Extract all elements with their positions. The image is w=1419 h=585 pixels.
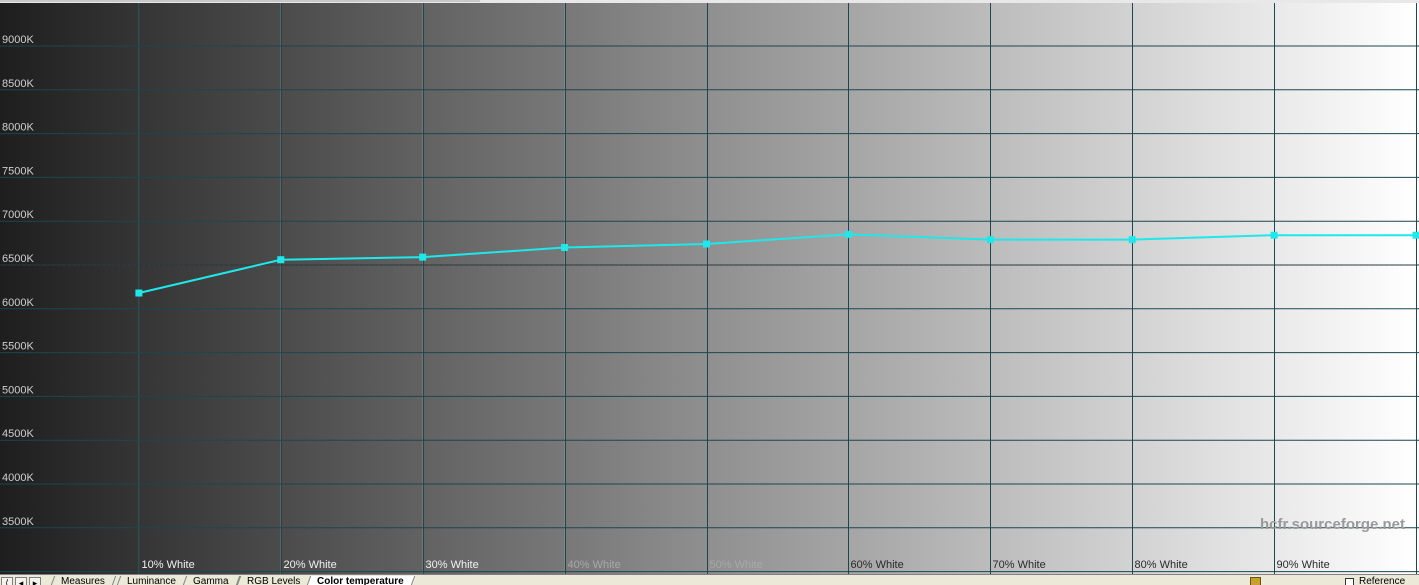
- x-tick-label: 10% White: [142, 559, 195, 571]
- color-temperature-chart: 3500K 4000K 4500K 5000K 5500K 6000K 6500K 7000K…: [0, 0, 1419, 574]
- y-tick-label: 6000K: [2, 297, 34, 309]
- chart-top-border-segment: [0, 0, 480, 2]
- x-tick-label: 50% White: [710, 559, 763, 571]
- y-tick-label: 5500K: [2, 341, 34, 353]
- background-band: [990, 3, 1132, 574]
- background-band: [1132, 3, 1274, 574]
- background-band: [423, 3, 565, 574]
- x-tick-label: 20% White: [284, 559, 337, 571]
- data-point: [1271, 232, 1278, 239]
- y-tick-label: 4500K: [2, 428, 34, 440]
- x-tick-label: 70% White: [993, 559, 1046, 571]
- background-band: [281, 3, 423, 574]
- background-band: [1274, 3, 1416, 574]
- data-point: [703, 240, 710, 247]
- watermark-text: hcfr.sourceforge.net: [1260, 516, 1405, 533]
- y-tick-label: 3500K: [2, 516, 34, 528]
- x-tick-label: 90% White: [1277, 559, 1330, 571]
- y-tick-label: 7500K: [2, 165, 34, 177]
- y-tick-label: 9000K: [2, 34, 34, 46]
- background-band: [707, 3, 849, 574]
- x-tick-label: 40% White: [568, 559, 621, 571]
- data-point: [987, 236, 994, 243]
- data-point: [135, 290, 142, 297]
- y-tick-label: 7000K: [2, 209, 34, 221]
- x-tick-label: 60% White: [851, 559, 904, 571]
- y-tick-label: 4000K: [2, 472, 34, 484]
- x-tick-label: 30% White: [426, 559, 479, 571]
- x-tick-label: 80% White: [1135, 559, 1188, 571]
- y-tick-label: 8500K: [2, 78, 34, 90]
- y-tick-label: 5000K: [2, 384, 34, 396]
- y-tick-label: 6500K: [2, 253, 34, 265]
- data-point: [845, 231, 852, 238]
- background-band: [565, 3, 707, 574]
- chart-svg: 3500K 4000K 4500K 5000K 5500K 6000K 6500K 7000K…: [0, 0, 1419, 574]
- data-point: [561, 244, 568, 251]
- data-point: [419, 254, 426, 261]
- background-band: [848, 3, 990, 574]
- y-tick-label: 8000K: [2, 122, 34, 134]
- data-point: [1129, 236, 1136, 243]
- data-point: [1413, 232, 1419, 239]
- data-point: [277, 256, 284, 263]
- sheet-tab-bar: ⟨ ◂ ▸ Measures Luminance Gamma RGB Level…: [0, 574, 1419, 585]
